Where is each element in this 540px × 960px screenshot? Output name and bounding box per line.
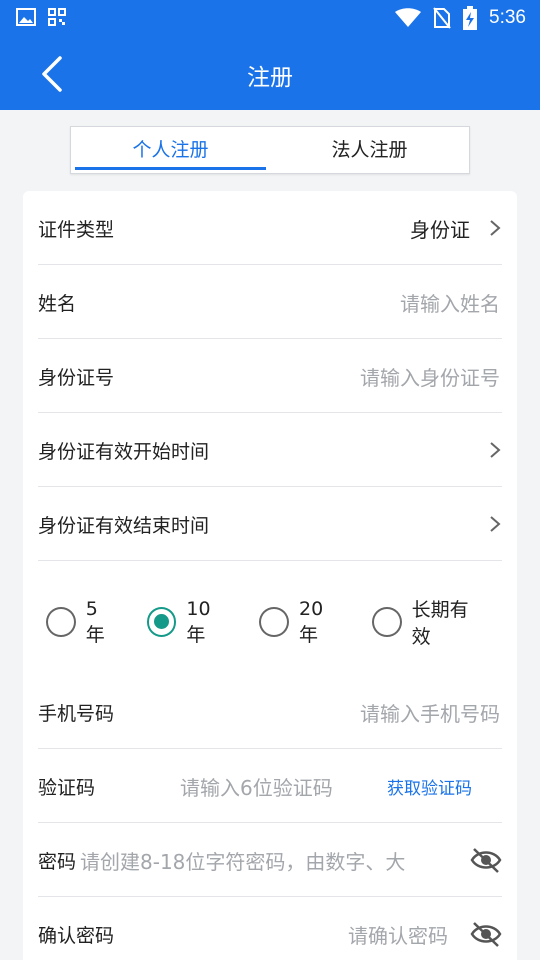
chevron-right-icon: [490, 442, 501, 458]
wifi-icon: [395, 8, 422, 27]
name-label: 姓名: [38, 293, 77, 315]
confirm-password-row: 确认密码 请确认密码: [38, 897, 502, 960]
id-type-row[interactable]: 证件类型 身份证: [38, 191, 502, 265]
eye-hidden-icon[interactable]: [470, 845, 502, 875]
radio-20-years[interactable]: 20年: [259, 598, 342, 647]
page-title: 注册: [247, 65, 293, 91]
code-input[interactable]: 请输入6位验证码: [180, 772, 333, 801]
radio-circle: [46, 607, 76, 637]
name-row: 姓名 请输入姓名: [38, 265, 502, 339]
code-row: 验证码 请输入6位验证码 获取验证码: [38, 749, 502, 823]
form-card: 证件类型 身份证 姓名 请输入姓名 身份证号 请输入身份证号 身份证有效开始时间…: [23, 191, 517, 960]
id-number-input[interactable]: 请输入身份证号: [360, 362, 500, 391]
qr-app-icon: [48, 8, 66, 26]
code-label: 验证码: [38, 777, 96, 799]
radio-circle: [259, 607, 289, 637]
password-label: 密码: [38, 851, 77, 873]
valid-start-row[interactable]: 身份证有效开始时间: [38, 413, 502, 487]
radio-10-years[interactable]: 10年: [146, 598, 230, 647]
status-bar: 5:36: [0, 0, 540, 36]
phone-row: 手机号码 请输入手机号码: [38, 675, 502, 749]
app-bar: 注册: [0, 36, 540, 110]
name-input[interactable]: 请输入姓名: [400, 288, 500, 317]
radio-5-years[interactable]: 5年: [46, 598, 117, 647]
chevron-right-icon: [490, 220, 501, 236]
id-number-label: 身份证号: [38, 367, 115, 389]
radio-circle: [371, 607, 402, 637]
battery-charging-icon: [463, 6, 478, 30]
radio-circle: [146, 607, 177, 637]
get-code-button[interactable]: 获取验证码: [387, 774, 472, 799]
password-input[interactable]: 请创建8-18位字符密码，由数字、大: [80, 846, 452, 875]
phone-label: 手机号码: [38, 703, 115, 725]
confirm-password-label: 确认密码: [38, 925, 115, 947]
id-number-row: 身份证号 请输入身份证号: [38, 339, 502, 413]
id-type-label: 证件类型: [38, 219, 115, 241]
valid-end-label: 身份证有效结束时间: [38, 515, 210, 537]
registration-tabs: 个人注册 法人注册: [70, 126, 470, 174]
valid-start-label: 身份证有效开始时间: [38, 441, 210, 463]
status-time: 5:36: [489, 7, 526, 28]
validity-period-group: 5年 10年 20年 长期有效: [46, 595, 517, 649]
phone-input[interactable]: 请输入手机号码: [360, 698, 500, 727]
id-type-value: 身份证: [410, 218, 470, 242]
confirm-password-input[interactable]: 请确认密码: [348, 920, 448, 949]
eye-hidden-icon[interactable]: [470, 919, 502, 949]
password-row: 密码 请创建8-18位字符密码，由数字、大: [38, 823, 502, 897]
radio-long-term[interactable]: 长期有效: [371, 595, 487, 649]
tab-legal-person[interactable]: 法人注册: [270, 127, 469, 173]
chevron-right-icon: [490, 516, 501, 532]
tab-personal[interactable]: 个人注册: [71, 127, 270, 173]
no-sim-icon: [433, 7, 451, 29]
image-icon: [16, 8, 36, 26]
valid-end-row[interactable]: 身份证有效结束时间: [38, 487, 502, 561]
